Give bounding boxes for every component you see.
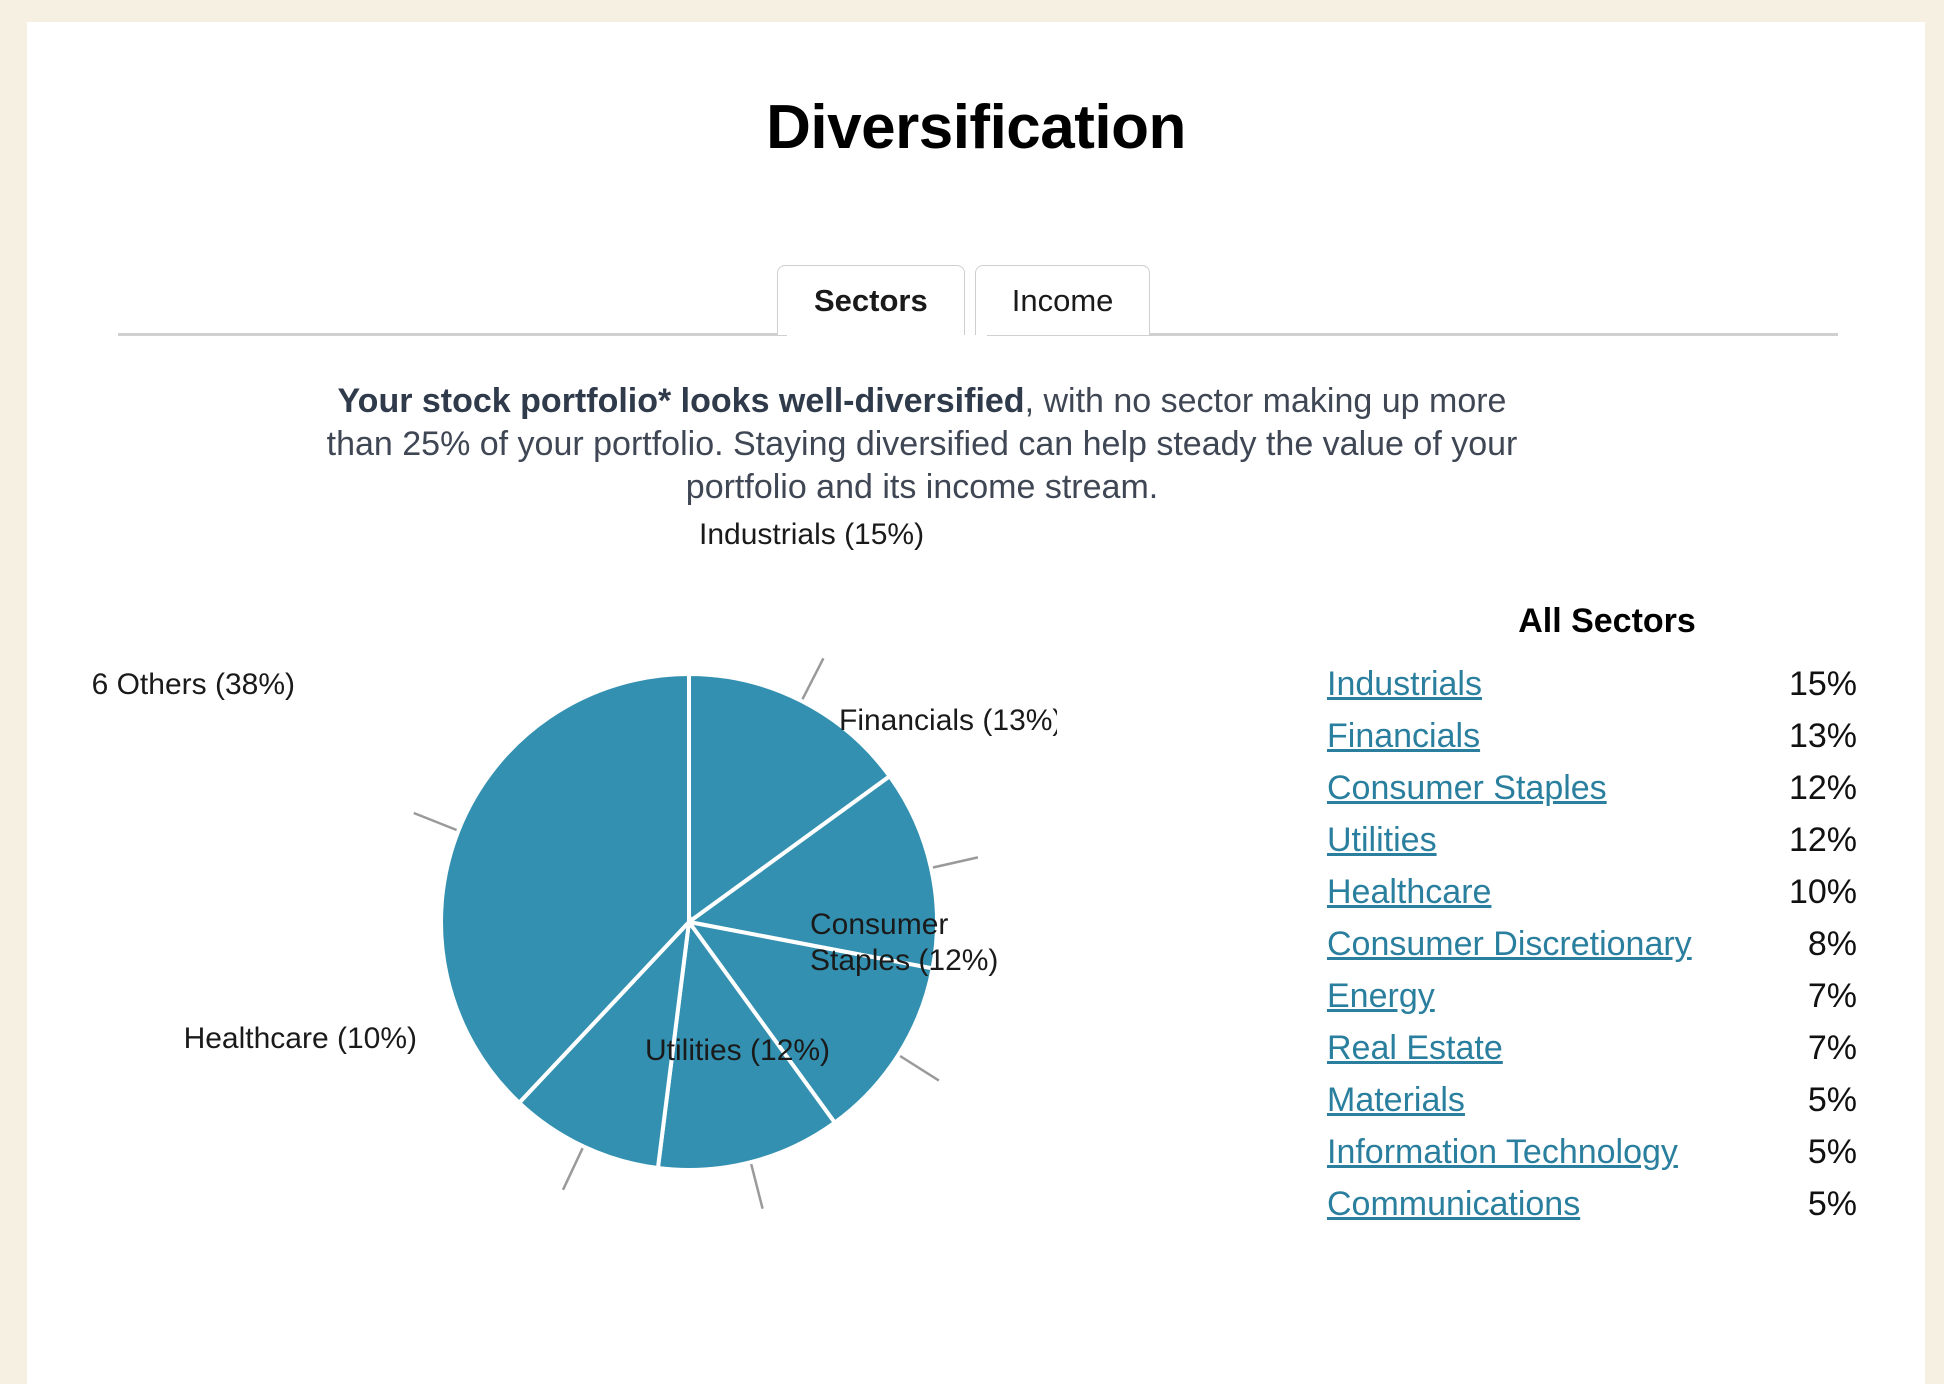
sector-percent: 7% xyxy=(1807,1029,1857,1067)
sector-percent: 8% xyxy=(1807,925,1857,963)
sector-link[interactable]: Communications xyxy=(1327,1185,1580,1224)
pie-leader-line xyxy=(561,1147,584,1191)
pie-leader-line xyxy=(413,811,458,832)
sector-row: Materials 5% xyxy=(1327,1081,1887,1133)
sector-percent: 5% xyxy=(1807,1081,1857,1119)
pie-leader-line xyxy=(899,1054,940,1082)
sector-pie-chart: Industrials (15%) Financials (13%) Consume… xyxy=(27,462,1057,1362)
sector-link[interactable]: Consumer Staples xyxy=(1327,769,1607,808)
sector-row: Consumer Discretionary 8% xyxy=(1327,925,1887,977)
sector-row: Information Technology 5% xyxy=(1327,1133,1887,1185)
pie-label: Financials (13%) xyxy=(839,704,1057,737)
pie-leader-line xyxy=(932,856,979,869)
tab-sectors-label: Sectors xyxy=(814,282,928,318)
tab-income-label: Income xyxy=(1011,282,1114,318)
tab-income[interactable]: Income xyxy=(974,265,1151,335)
sector-percent: 13% xyxy=(1788,717,1857,755)
summary-lead: Your stock portfolio* looks well-diversi… xyxy=(337,382,1025,420)
sector-row: Real Estate 7% xyxy=(1327,1029,1887,1081)
sector-row: Consumer Staples 12% xyxy=(1327,769,1887,821)
sector-link[interactable]: Materials xyxy=(1327,1081,1465,1120)
sector-list: Industrials 15% Financials 13% Consumer Stap… xyxy=(1327,665,1887,1237)
sector-percent: 12% xyxy=(1788,769,1857,807)
pie-label: Industrials (15%) xyxy=(699,518,924,551)
sector-row: Industrials 15% xyxy=(1327,665,1887,717)
pie-chart-svg: Industrials (15%) Financials (13%) Consume… xyxy=(92,518,1057,1210)
pie-label: 6 Others (38%) xyxy=(92,668,295,701)
sector-link[interactable]: Energy xyxy=(1327,977,1435,1016)
content-card: Diversification Sectors Income Your stoc… xyxy=(27,22,1925,1384)
sector-percent: 5% xyxy=(1807,1185,1857,1223)
sector-row: Utilities 12% xyxy=(1327,821,1887,873)
sector-link[interactable]: Consumer Discretionary xyxy=(1327,925,1692,964)
sector-link[interactable]: Information Technology xyxy=(1327,1133,1678,1172)
tab-strip: Sectors Income xyxy=(777,265,1151,337)
pie-label: Healthcare (10%) xyxy=(184,1022,417,1055)
pie-label: Utilities (12%) xyxy=(645,1034,830,1067)
sector-link[interactable]: Financials xyxy=(1327,717,1480,756)
all-sectors-panel: All Sectors Industrials 15% Financials 13% C… xyxy=(1327,602,1887,1237)
sector-percent: 7% xyxy=(1807,977,1857,1015)
sector-row: Energy 7% xyxy=(1327,977,1887,1029)
sector-link[interactable]: Real Estate xyxy=(1327,1029,1503,1068)
sector-link[interactable]: Healthcare xyxy=(1327,873,1491,912)
pie-label: Staples (12%) xyxy=(810,944,998,977)
all-sectors-title: All Sectors xyxy=(1518,602,1696,640)
pie-leader-line xyxy=(801,657,825,700)
sector-row: Communications 5% xyxy=(1327,1185,1887,1237)
tab-sectors[interactable]: Sectors xyxy=(777,265,965,335)
sector-link[interactable]: Industrials xyxy=(1327,665,1482,704)
tab-divider-left xyxy=(118,333,787,336)
pie-label: Consumer xyxy=(810,908,948,941)
page-title: Diversification xyxy=(766,93,1186,162)
sector-row: Healthcare 10% xyxy=(1327,873,1887,925)
sector-percent: 5% xyxy=(1807,1133,1857,1171)
sector-percent: 12% xyxy=(1788,821,1857,859)
sector-percent: 15% xyxy=(1788,665,1857,703)
pie-leader-line xyxy=(749,1163,764,1210)
sector-row: Financials 13% xyxy=(1327,717,1887,769)
tab-bar: Sectors Income xyxy=(27,265,1925,337)
sector-percent: 10% xyxy=(1788,873,1857,911)
sector-link[interactable]: Utilities xyxy=(1327,821,1437,860)
